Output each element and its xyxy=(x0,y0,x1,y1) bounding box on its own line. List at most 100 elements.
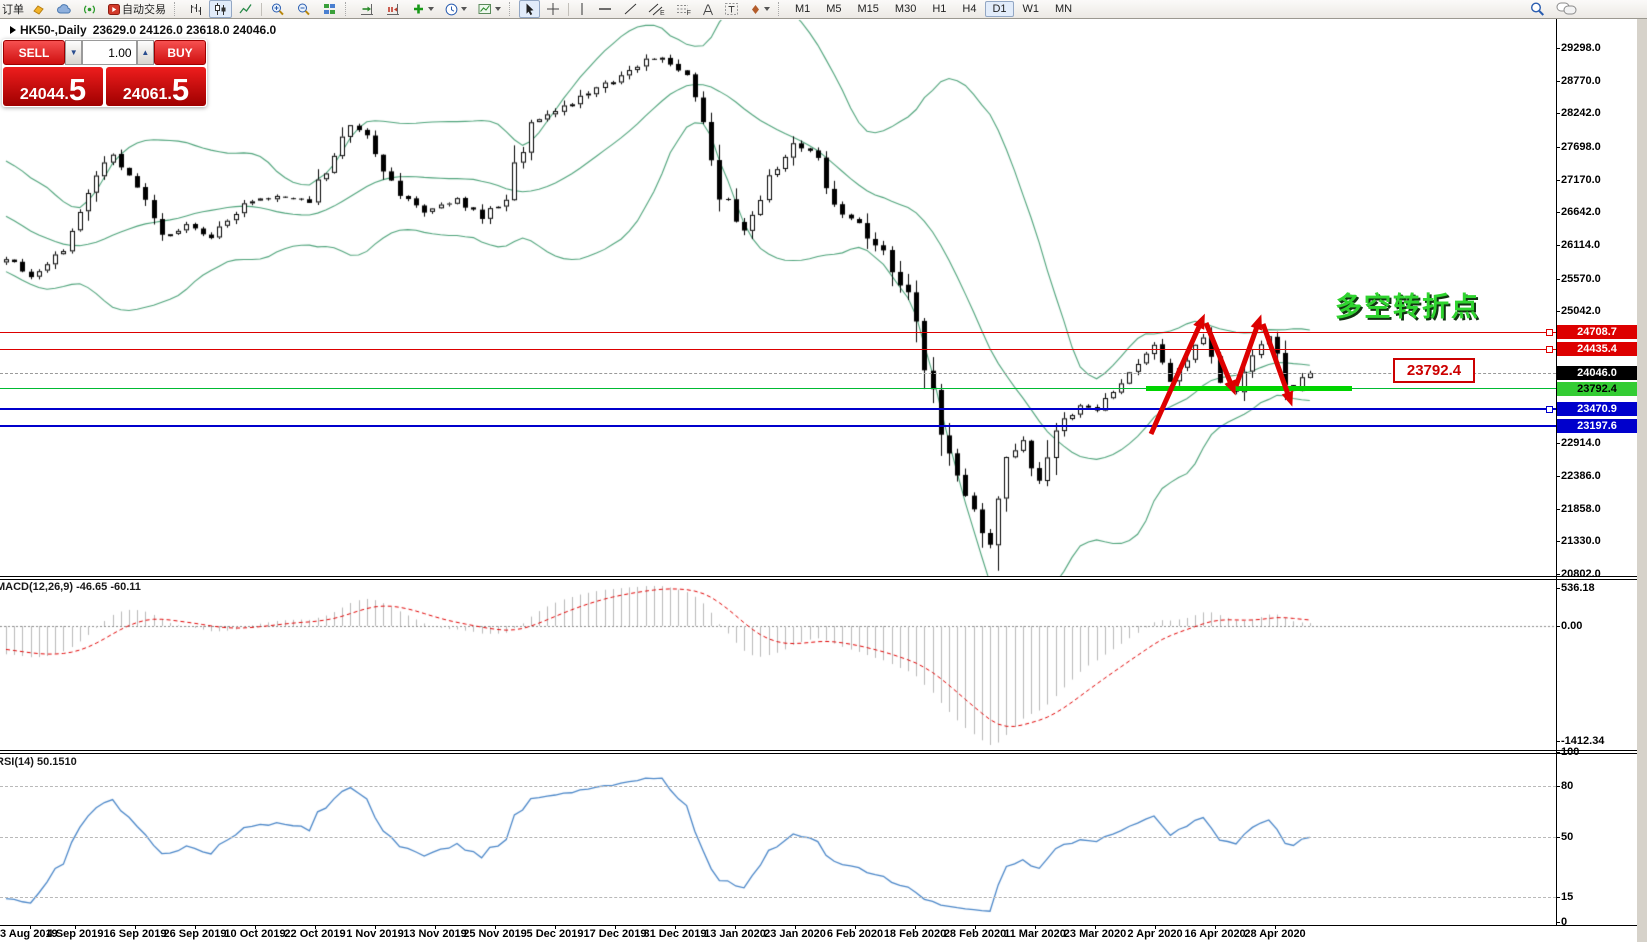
macd-indicator-label: MACD(12,26,9) -46.65 -60.11 xyxy=(0,581,141,593)
level-drag-handle[interactable] xyxy=(1546,329,1553,337)
horizontal-level-line[interactable] xyxy=(0,425,1556,427)
timeframe-button-w1[interactable]: W1 xyxy=(1016,1,1047,17)
trade-panel-controls: SELL ▼ 1.00 ▲ BUY xyxy=(3,40,206,65)
main-macd-separator[interactable] xyxy=(0,576,1647,577)
timeframe-button-mn[interactable]: MN xyxy=(1048,1,1079,17)
chart-shift-button[interactable] xyxy=(381,0,405,18)
label-button[interactable] xyxy=(720,0,743,18)
price-axis-chip: 23197.6 xyxy=(1557,418,1637,433)
price-axis-tick-label: 21330.0 xyxy=(1561,535,1601,548)
buy-price-main: 24061 xyxy=(122,86,168,103)
toolbar-grip xyxy=(174,2,180,16)
new-order-icon[interactable] xyxy=(27,0,50,18)
date-axis-label: 23 Jan 2020 xyxy=(764,928,826,940)
channel-button[interactable]: E xyxy=(644,0,669,18)
templates-button[interactable] xyxy=(473,0,505,18)
bar-chart-button[interactable] xyxy=(184,0,207,18)
price-level-callout-box[interactable]: 23792.4 xyxy=(1393,358,1475,383)
zoom-out-button[interactable] xyxy=(292,0,316,18)
line-chart-icon xyxy=(239,4,252,14)
volume-input[interactable]: 1.00 xyxy=(82,40,137,65)
price-axis-chip: 23792.4 xyxy=(1557,381,1637,396)
timeframe-group: M1 M5 M15 M30 H1 H4 D1 W1 MN xyxy=(787,1,1080,17)
timeframe-button-h4[interactable]: H4 xyxy=(955,1,983,17)
text-label-icon xyxy=(724,3,738,15)
caret-down-icon xyxy=(461,7,467,11)
thick-green-segment[interactable] xyxy=(1146,386,1352,391)
trade-panel-toggle-icon[interactable] xyxy=(10,26,16,34)
rsi-axis-label: 50 xyxy=(1561,831,1574,843)
buy-button[interactable]: BUY xyxy=(154,40,206,65)
price-axis-tick-label: 27170.0 xyxy=(1561,173,1601,186)
sell-button[interactable]: SELL xyxy=(3,40,65,65)
rsi-axis-label: 0 xyxy=(1561,916,1568,928)
buy-price-button[interactable]: 24061. 5 xyxy=(106,67,206,106)
macd-rsi-separator[interactable] xyxy=(0,750,1647,751)
toolbar-grip xyxy=(509,2,515,16)
zoom-in-button[interactable] xyxy=(266,0,290,18)
date-axis-label: 11 Mar 2020 xyxy=(1004,928,1066,940)
market-watch-icon[interactable] xyxy=(52,0,76,18)
sell-price-button[interactable]: 24044. 5 xyxy=(3,67,103,106)
level-drag-handle[interactable] xyxy=(1546,405,1553,413)
chat-bubbles-icon xyxy=(1556,2,1577,15)
horizontal-level-line[interactable] xyxy=(0,408,1556,410)
date-axis-label: 5 Dec 2019 xyxy=(526,928,584,940)
line-chart-button[interactable] xyxy=(234,0,257,18)
date-axis-label: 4 Sep 2019 xyxy=(46,928,104,940)
timeframe-button-m15[interactable]: M15 xyxy=(851,1,886,17)
chart-symbol-period: HK50-,Daily xyxy=(20,23,87,37)
caret-down-icon xyxy=(428,7,434,11)
auto-scroll-button[interactable] xyxy=(355,0,379,18)
horizontal-line-button[interactable] xyxy=(593,0,617,18)
fibonacci-button[interactable]: F xyxy=(671,0,695,18)
mt5-terminal-window: 订单 自动交易 E F M1 M5 M15 M30 H1 H4 D1 W1 MN… xyxy=(0,0,1647,942)
price-axis-tick-label: 29298.0 xyxy=(1561,42,1601,54)
horizontal-level-line[interactable] xyxy=(0,349,1556,350)
candlestick-chart-button[interactable] xyxy=(209,0,232,18)
chart-canvas[interactable] xyxy=(0,0,1647,942)
level-drag-handle[interactable] xyxy=(1546,346,1553,354)
periods-button[interactable] xyxy=(440,0,471,18)
new-order-button[interactable]: 订单 xyxy=(0,1,26,17)
chart-shift-icon xyxy=(387,3,399,15)
trade-panel-prices: 24044. 5 24061. 5 xyxy=(3,67,206,106)
timeframe-button-m1[interactable]: M1 xyxy=(788,1,817,17)
indicators-add-icon xyxy=(414,4,423,14)
date-axis-label: 18 Feb 2020 xyxy=(883,928,947,940)
chat-button[interactable] xyxy=(1552,0,1582,18)
crosshair-button[interactable] xyxy=(542,0,564,18)
volume-increase-button[interactable]: ▲ xyxy=(136,40,154,65)
horizontal-level-line[interactable] xyxy=(0,332,1556,333)
rsi-axis-label: 15 xyxy=(1561,890,1574,903)
indicators-button[interactable] xyxy=(407,0,438,18)
rsi-indicator-label: RSI(14) 50.1510 xyxy=(0,756,77,768)
rsi-axis-label: 100 xyxy=(1561,746,1580,758)
volume-decrease-button[interactable]: ▼ xyxy=(65,40,83,65)
toolbar-right xyxy=(1524,0,1583,18)
timeframe-button-h1[interactable]: H1 xyxy=(925,1,953,17)
timeframe-button-m30[interactable]: M30 xyxy=(888,1,923,17)
tile-windows-button[interactable] xyxy=(318,0,341,18)
date-axis-label: 1 Nov 2019 xyxy=(346,928,404,940)
main-macd-separator-line2 xyxy=(0,579,1647,580)
gold-box-icon xyxy=(33,4,44,15)
price-axis-tick-label: 22914.0 xyxy=(1561,437,1601,450)
shapes-button[interactable] xyxy=(745,0,774,18)
chart-ohlc-values: 23629.0 24126.0 23618.0 24046.0 xyxy=(92,23,277,37)
signal-icon[interactable] xyxy=(78,0,101,18)
date-axis-label: 16 Sep 2019 xyxy=(103,928,167,940)
timeframe-button-d1[interactable]: D1 xyxy=(985,1,1014,17)
search-button[interactable] xyxy=(1525,0,1550,18)
horizontal-level-line[interactable] xyxy=(0,373,1556,374)
price-axis-tick-label: 28770.0 xyxy=(1561,74,1601,87)
vertical-line-button[interactable] xyxy=(573,0,591,18)
price-axis-tick-label: 25570.0 xyxy=(1561,272,1601,285)
macd-axis-label: 536.18 xyxy=(1561,582,1595,594)
trendline-button[interactable] xyxy=(619,0,642,18)
cursor-button[interactable] xyxy=(519,0,540,18)
price-axis-tick-label: 21858.0 xyxy=(1561,502,1601,515)
autotrading-button[interactable]: 自动交易 xyxy=(103,0,170,18)
text-button[interactable] xyxy=(697,0,718,18)
timeframe-button-m5[interactable]: M5 xyxy=(819,1,848,17)
